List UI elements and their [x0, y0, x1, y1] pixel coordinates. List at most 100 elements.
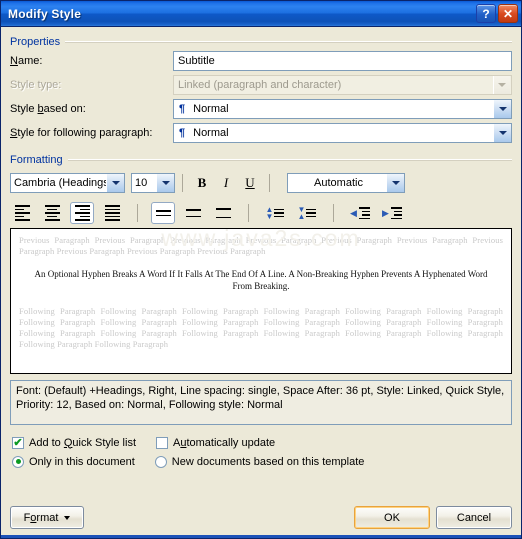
- chevron-down-icon: [64, 515, 71, 520]
- automatically-update-checkbox[interactable]: Automatically update: [156, 436, 275, 449]
- align-justify-button[interactable]: [100, 202, 124, 224]
- underline-label: U: [245, 175, 255, 190]
- name-value: Subtitle: [178, 55, 215, 67]
- font-color-value: Automatic: [314, 177, 363, 189]
- align-center-icon: [44, 205, 60, 221]
- dialog-bottom-border: [1, 535, 521, 538]
- formatting-group-header: Formatting: [10, 152, 512, 167]
- toolbar-separator: [333, 204, 334, 222]
- down-up-arrow-icon: ▼ ▲: [297, 204, 306, 221]
- format-button-label: Format: [23, 511, 59, 524]
- following-paragraph-text: Following Paragraph Following Paragraph …: [19, 306, 503, 349]
- cancel-button-label: Cancel: [456, 511, 492, 524]
- pilcrow-icon: ¶: [179, 127, 186, 139]
- chevron-down-icon[interactable]: [106, 174, 124, 192]
- group-divider: [67, 158, 512, 161]
- style-type-row: Style type: Linked (paragraph and charac…: [10, 73, 521, 97]
- ok-button[interactable]: OK: [354, 506, 430, 529]
- font-name-value: Cambria (Headings): [14, 177, 106, 189]
- dialog-buttons: Format OK Cancel: [10, 506, 512, 529]
- window-title: Modify Style: [8, 6, 82, 21]
- line-spacing-single-button[interactable]: [151, 202, 175, 224]
- ok-button-label: OK: [384, 511, 400, 524]
- increase-indent-button[interactable]: ▶: [379, 202, 405, 224]
- watermark-text: www.java2s.com: [161, 228, 361, 251]
- checkmark-icon: ✔: [12, 436, 24, 449]
- bold-label: B: [197, 175, 207, 190]
- up-down-arrow-icon: ▲ ▼: [265, 204, 274, 221]
- style-preview-pane: www.java2s.com Previous Paragraph Previo…: [10, 228, 512, 374]
- align-justify-icon: [104, 205, 120, 221]
- style-type-label: Style type:: [10, 79, 62, 91]
- new-documents-radio[interactable]: New documents based on this template: [154, 455, 365, 468]
- formatting-group-label: Formatting: [10, 153, 63, 166]
- style-based-on-value: Normal: [193, 103, 229, 115]
- only-in-this-document-radio[interactable]: Only in this document: [12, 455, 135, 468]
- align-right-button[interactable]: [70, 202, 94, 224]
- right-arrow-icon: ▶: [382, 207, 389, 218]
- underline-button[interactable]: U: [238, 172, 262, 194]
- style-following-label: Style for following paragraph:: [10, 127, 153, 139]
- chevron-down-icon[interactable]: [156, 174, 174, 192]
- chevron-down-icon[interactable]: [386, 174, 404, 192]
- toolbar-separator: [248, 204, 249, 222]
- close-x-icon[interactable]: ✕: [498, 4, 518, 23]
- font-size-value: 10: [135, 177, 148, 189]
- paragraph-lines-icon: [306, 208, 317, 218]
- pilcrow-icon: ¶: [179, 103, 186, 115]
- font-toolbar: Cambria (Headings) 10 B I U Automatic: [10, 171, 521, 195]
- radio-row: Only in this document New documents base…: [12, 452, 521, 471]
- line-spacing-single-icon: [155, 209, 171, 217]
- properties-group-label: Properties: [10, 35, 61, 48]
- increase-spacing-button[interactable]: ▼ ▲: [294, 202, 320, 224]
- question-mark-icon[interactable]: ?: [476, 4, 496, 23]
- format-button[interactable]: Format: [10, 506, 84, 529]
- line-spacing-1half-button[interactable]: [181, 202, 205, 224]
- style-based-on-dropdown[interactable]: ¶ Normal: [173, 99, 512, 119]
- modify-style-dialog: Modify Style ? ✕ Properties Name: Subtit…: [0, 0, 522, 539]
- style-options: ✔ Add to Quick Style list Automatically …: [12, 433, 521, 471]
- chevron-down-icon[interactable]: [493, 100, 511, 118]
- toolbar-separator: [269, 174, 270, 192]
- align-center-button[interactable]: [40, 202, 64, 224]
- name-row: Name: Subtitle: [10, 49, 521, 73]
- radio-selected-icon: [12, 455, 24, 468]
- add-to-quick-style-label: Add to Quick Style list: [29, 436, 136, 449]
- chevron-down-icon[interactable]: [493, 124, 511, 142]
- style-description: Font: (Default) +Headings, Right, Line s…: [10, 380, 512, 425]
- properties-group: Properties: [10, 34, 512, 49]
- font-color-dropdown[interactable]: Automatic: [287, 173, 405, 193]
- add-to-quick-style-checkbox[interactable]: ✔ Add to Quick Style list: [12, 436, 136, 449]
- align-left-button[interactable]: [10, 202, 34, 224]
- cancel-button[interactable]: Cancel: [436, 506, 512, 529]
- properties-group-header: Properties: [10, 34, 512, 49]
- decrease-spacing-button[interactable]: ▲ ▼: [262, 202, 288, 224]
- font-size-dropdown[interactable]: 10: [131, 173, 175, 193]
- formatting-group: Formatting: [10, 152, 512, 167]
- italic-button[interactable]: I: [214, 172, 238, 194]
- italic-label: I: [223, 175, 229, 190]
- only-in-this-document-label: Only in this document: [29, 455, 135, 468]
- style-following-row: Style for following paragraph: ¶ Normal: [10, 121, 521, 145]
- new-documents-label: New documents based on this template: [171, 455, 365, 468]
- style-following-dropdown[interactable]: ¶ Normal: [173, 123, 512, 143]
- align-left-icon: [14, 205, 30, 221]
- align-right-icon: [74, 205, 90, 221]
- font-name-dropdown[interactable]: Cambria (Headings): [10, 173, 125, 193]
- line-spacing-double-button[interactable]: [211, 202, 235, 224]
- sample-text: An Optional Hyphen Breaks A Word If It F…: [34, 269, 488, 291]
- decrease-indent-button[interactable]: ◀: [347, 202, 373, 224]
- toolbar-separator: [182, 174, 183, 192]
- radio-empty-icon: [154, 455, 167, 468]
- paragraph-lines-icon: [274, 208, 285, 218]
- style-based-on-row: Style based on: ¶ Normal: [10, 97, 521, 121]
- name-label: Name:: [10, 55, 43, 67]
- style-following-value: Normal: [193, 127, 229, 139]
- left-arrow-icon: ◀: [350, 207, 357, 218]
- line-spacing-1half-icon: [185, 208, 201, 218]
- indent-lines-icon: [358, 207, 370, 219]
- bold-button[interactable]: B: [190, 172, 214, 194]
- empty-checkbox-icon: [156, 436, 168, 449]
- name-input[interactable]: Subtitle: [173, 51, 512, 71]
- title-bar[interactable]: Modify Style ? ✕: [1, 1, 521, 27]
